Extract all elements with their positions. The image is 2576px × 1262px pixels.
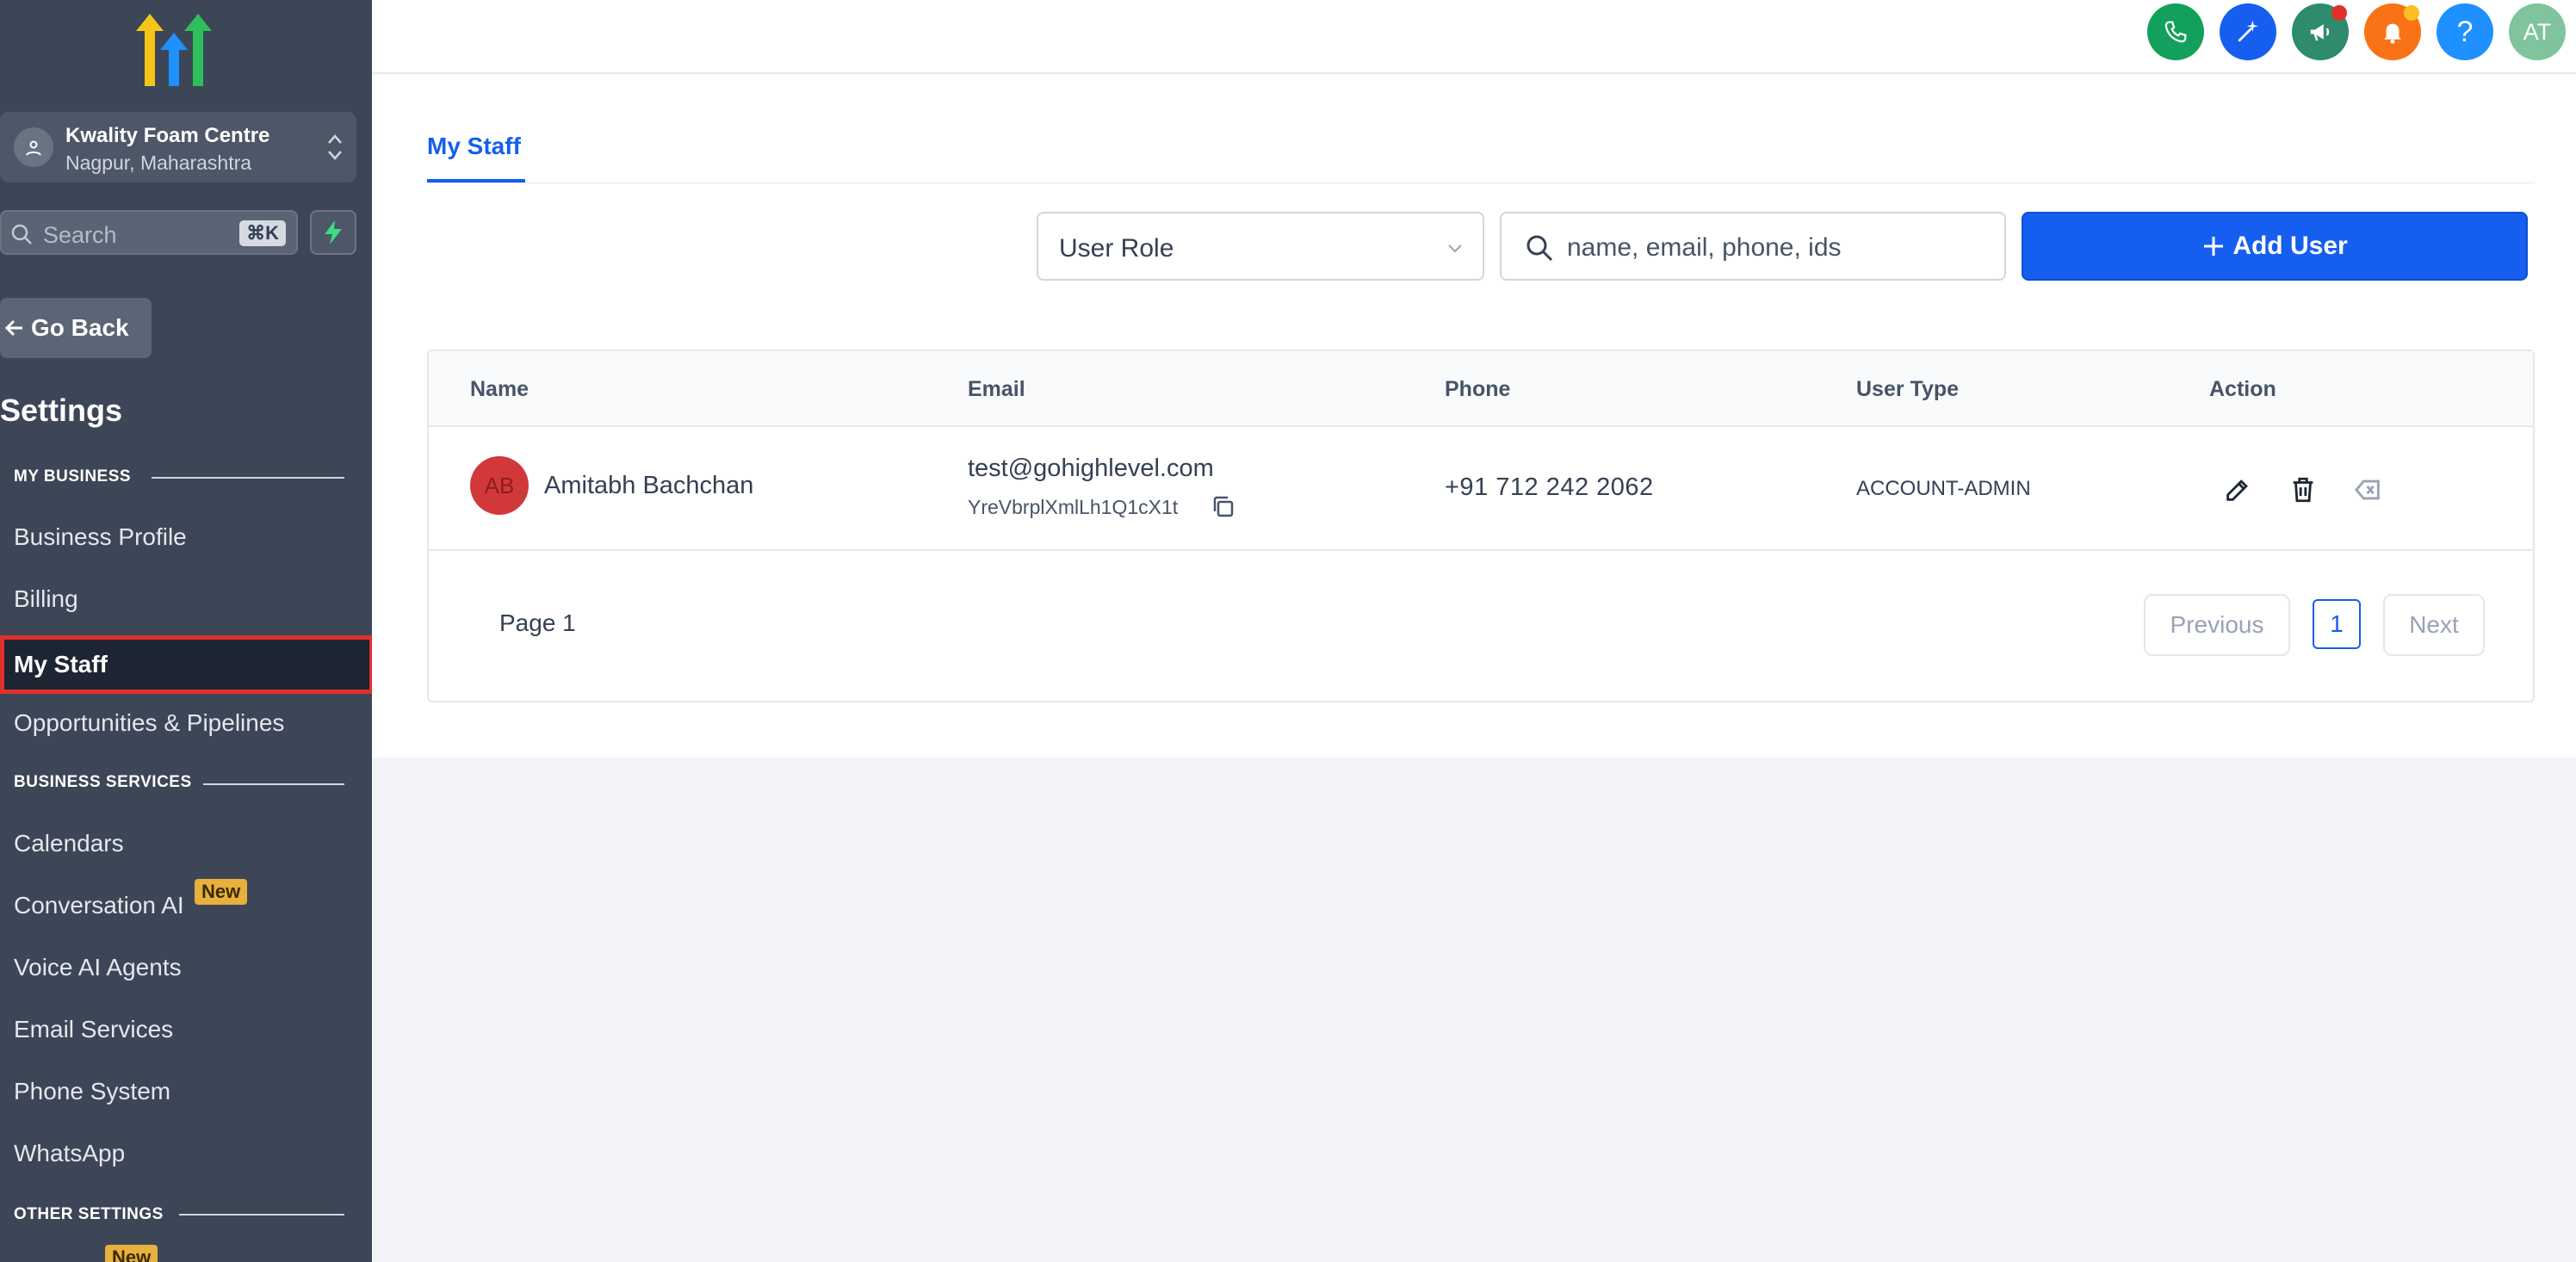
location-pin-icon	[14, 127, 53, 167]
previous-button[interactable]: Previous	[2144, 594, 2290, 656]
chevron-down-icon	[1448, 244, 1462, 253]
sidebar-search[interactable]: Search ⌘K	[0, 210, 298, 255]
trash-icon[interactable]	[2288, 475, 2318, 504]
copy-icon[interactable]	[1211, 494, 1236, 520]
divider	[203, 783, 344, 785]
user-role-select[interactable]: User Role	[1037, 212, 1484, 281]
sidebar: Kwality Foam Centre Nagpur, Maharashtra …	[0, 0, 372, 1262]
staff-table: Name Email Phone User Type Action AB Ami…	[427, 350, 2535, 702]
user-role-placeholder: User Role	[1059, 234, 1174, 263]
avatar-initials: AT	[2523, 18, 2552, 45]
column-header-name: Name	[470, 377, 529, 401]
column-header-action: Action	[2209, 377, 2276, 401]
column-header-user-type: User Type	[1856, 377, 1960, 401]
section-other-settings: OTHER SETTINGS	[14, 1205, 164, 1223]
staff-user-type: ACCOUNT-ADMIN	[1856, 477, 2031, 500]
section-business-services: BUSINESS SERVICES	[14, 773, 192, 791]
location-switcher[interactable]: Kwality Foam Centre Nagpur, Maharashtra	[0, 112, 356, 182]
divider	[179, 1214, 344, 1216]
staff-id: YreVbrplXmlLh1Q1cX1t	[968, 496, 1179, 518]
add-user-button[interactable]: Add User	[2022, 212, 2528, 281]
megaphone-icon	[2310, 24, 2330, 41]
staff-email: test@gohighlevel.com	[968, 455, 1214, 482]
column-header-email: Email	[968, 377, 1025, 401]
tab-divider	[427, 182, 2535, 183]
notification-dot	[2331, 5, 2347, 21]
magic-wand-icon	[2238, 20, 2258, 42]
location-name: Kwality Foam Centre	[65, 124, 270, 147]
app-logo	[136, 14, 212, 86]
tab-my-staff[interactable]: My Staff	[427, 133, 521, 160]
arrow-left-icon	[5, 319, 22, 337]
notifications-button[interactable]	[2364, 3, 2421, 60]
sidebar-item-billing[interactable]: Billing	[14, 585, 78, 613]
announcements-button[interactable]	[2292, 3, 2349, 60]
avatar: AB	[470, 456, 529, 515]
phone-button[interactable]	[2147, 3, 2204, 60]
sidebar-item-email-services[interactable]: Email Services	[14, 1016, 173, 1043]
next-button[interactable]: Next	[2383, 594, 2485, 656]
chevron-up-down-icon	[328, 134, 342, 160]
avatar-initials: AB	[484, 472, 515, 498]
column-header-phone: Phone	[1445, 377, 1511, 401]
sidebar-item-conversation-ai[interactable]: Conversation AI	[14, 892, 184, 919]
staff-phone: +91 712 242 2062	[1445, 473, 1654, 501]
staff-search-input[interactable]: name, email, phone, ids	[1500, 212, 2006, 281]
go-back-button[interactable]: Go Back	[0, 298, 152, 358]
clear-access-icon[interactable]	[2354, 475, 2383, 504]
sidebar-item-business-profile[interactable]: Business Profile	[14, 523, 187, 551]
bell-icon	[2384, 23, 2401, 44]
table-header: Name Email Phone User Type Action	[429, 351, 2533, 427]
staff-search-placeholder: name, email, phone, ids	[1567, 233, 1842, 262]
user-avatar[interactable]: AT	[2509, 3, 2566, 60]
search-placeholder: Search	[43, 222, 117, 248]
add-user-label: Add User	[2232, 232, 2348, 260]
top-bar: ? AT	[372, 0, 2576, 74]
new-badge: New	[195, 879, 248, 905]
sidebar-item-voice-ai[interactable]: Voice AI Agents	[14, 954, 182, 981]
search-icon	[11, 224, 32, 244]
edit-icon[interactable]	[2223, 475, 2252, 504]
staff-name: Amitabh Bachchan	[544, 472, 754, 499]
go-back-label: Go Back	[31, 314, 129, 341]
sidebar-item-my-staff[interactable]: My Staff	[0, 635, 372, 694]
settings-title: Settings	[0, 393, 123, 428]
page-indicator: Page 1	[499, 609, 576, 636]
help-button[interactable]: ?	[2437, 3, 2493, 60]
sidebar-item-whatsapp[interactable]: WhatsApp	[14, 1140, 125, 1167]
notification-dot	[2404, 5, 2419, 21]
sidebar-item-label: My Staff	[14, 651, 108, 677]
divider	[152, 477, 344, 479]
lightning-icon	[325, 220, 342, 244]
plus-icon	[2204, 237, 2224, 256]
help-icon: ?	[2456, 15, 2474, 48]
new-badge: New	[105, 1245, 158, 1262]
sidebar-item-opportunities[interactable]: Opportunities & Pipelines	[14, 709, 284, 737]
location-subtitle: Nagpur, Maharashtra	[65, 152, 252, 174]
sidebar-item-phone-system[interactable]: Phone System	[14, 1078, 170, 1105]
section-my-business: MY BUSINESS	[14, 467, 132, 486]
search-shortcut: ⌘K	[239, 220, 286, 246]
ai-assistant-button[interactable]	[2220, 3, 2276, 60]
phone-icon	[2164, 21, 2187, 43]
quick-actions-button[interactable]	[310, 210, 356, 255]
search-icon	[1526, 235, 1553, 262]
page-number-button[interactable]: 1	[2313, 599, 2361, 649]
sidebar-item-calendars[interactable]: Calendars	[14, 830, 124, 857]
table-row: AB Amitabh Bachchan test@gohighlevel.com…	[429, 427, 2533, 551]
